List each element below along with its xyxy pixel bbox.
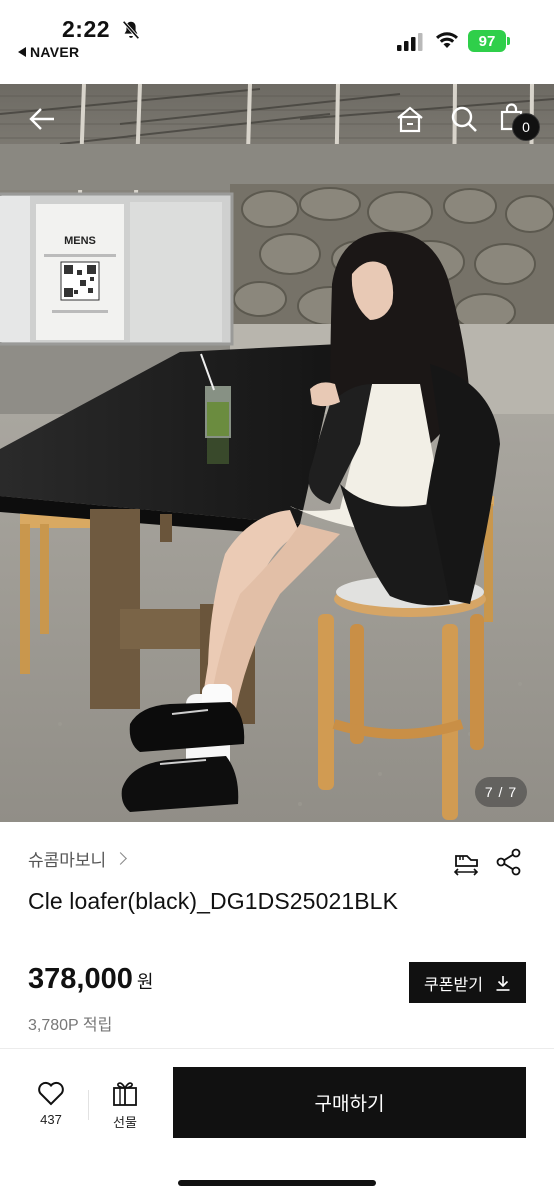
product-title: Cle loafer(black)_DG1DS25021BLK — [28, 888, 399, 914]
back-arrow-icon — [29, 108, 54, 130]
price: 378,000 원 — [28, 963, 153, 996]
search-button[interactable] — [446, 101, 482, 137]
battery-nub — [507, 37, 510, 45]
vertical-divider — [88, 1090, 89, 1120]
buy-button[interactable]: 구매하기 — [173, 1067, 526, 1138]
gift-label: 선물 — [113, 1115, 137, 1130]
heart-icon — [38, 1081, 64, 1106]
share-icon[interactable] — [495, 848, 523, 876]
back-triangle-icon — [18, 47, 26, 57]
image-counter: 7 / 7 — [475, 777, 527, 807]
wishlist-count: 437 — [40, 1112, 62, 1127]
back-app-label: NAVER — [30, 44, 80, 60]
reward-points: 3,780P 적립 — [28, 1017, 113, 1034]
size-compare-icon[interactable] — [452, 848, 480, 876]
cart-count-badge[interactable]: 0 — [512, 113, 540, 141]
home-icon — [397, 106, 423, 133]
gift-icon — [113, 1082, 137, 1106]
home-indicator — [178, 1180, 376, 1186]
search-icon — [451, 106, 477, 132]
wifi-icon — [436, 32, 458, 48]
bell-slash-icon — [122, 20, 140, 40]
status-time: 2:22 — [62, 16, 111, 42]
home-button[interactable] — [392, 101, 428, 137]
poster-text: MENS — [64, 235, 96, 247]
signal-icon — [397, 33, 423, 51]
download-icon — [496, 975, 510, 991]
gift-button[interactable]: 선물 — [104, 1080, 146, 1131]
chevron-right-icon — [114, 852, 128, 865]
brand-link[interactable]: 슈콤마보니 — [28, 846, 128, 871]
back-to-app-link[interactable]: NAVER — [18, 44, 79, 60]
status-bar: 2:22 NAVER 97 — [0, 0, 554, 84]
battery-indicator: 97 — [468, 30, 506, 52]
hero-top-nav — [0, 84, 554, 154]
back-button[interactable] — [24, 101, 60, 137]
coupon-label: 쿠폰받기 — [424, 976, 483, 994]
wishlist-button[interactable]: 437 — [30, 1080, 72, 1127]
divider — [0, 1048, 554, 1049]
price-unit: 원 — [136, 972, 154, 992]
product-image-carousel[interactable]: MENS — [0, 84, 554, 822]
product-photo: MENS — [0, 84, 554, 822]
brand-name: 슈콤마보니 — [28, 851, 107, 870]
price-value: 378,000 — [28, 963, 133, 995]
get-coupon-button[interactable]: 쿠폰받기 — [409, 962, 526, 1003]
